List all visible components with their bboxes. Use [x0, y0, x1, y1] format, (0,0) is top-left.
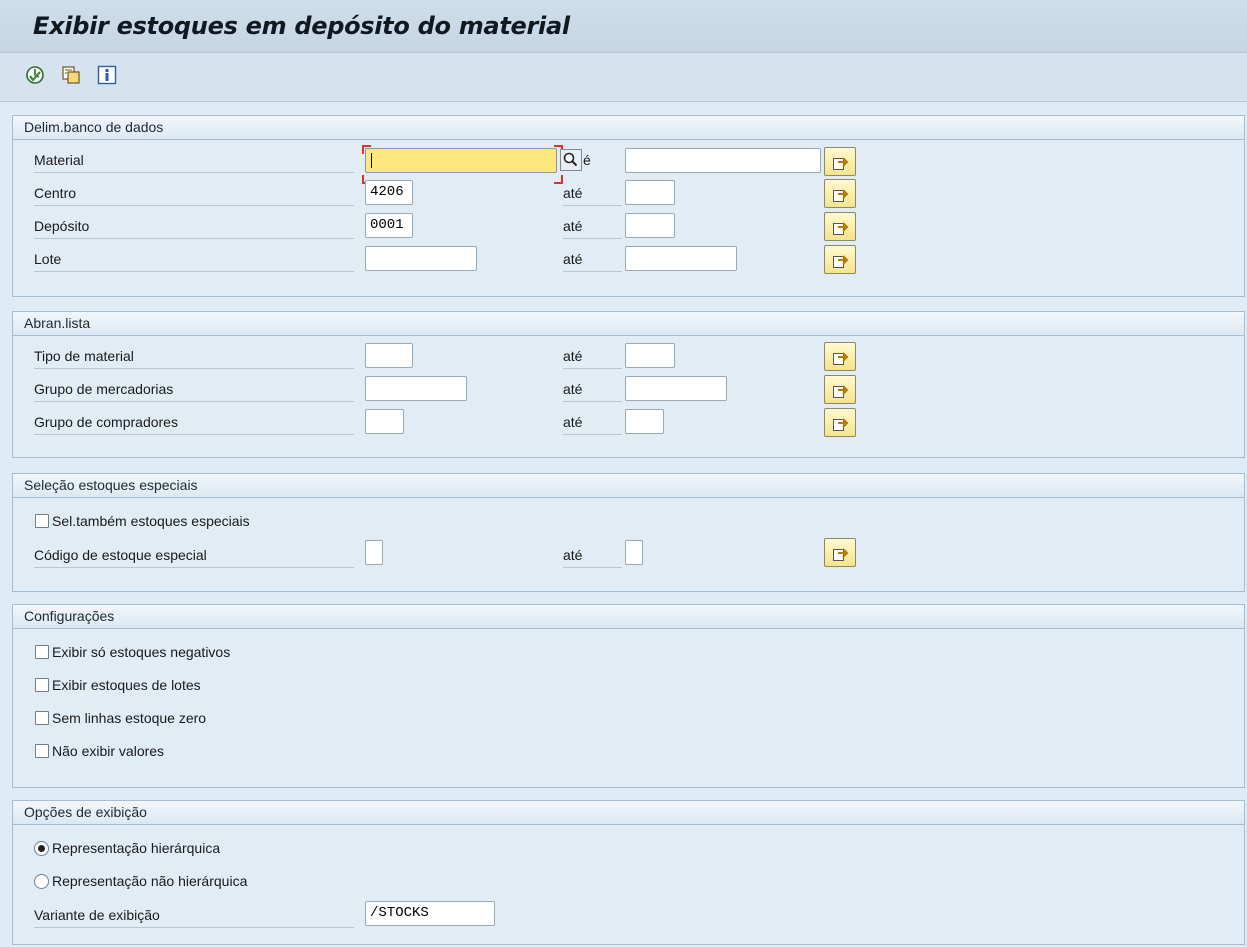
- lote-label: Lote: [34, 247, 354, 272]
- hierarchical-radio[interactable]: [34, 841, 49, 856]
- copy-icon[interactable]: [60, 64, 82, 86]
- group-db-delimitation: Delim.banco de dados Material é Centro 4…: [12, 115, 1245, 297]
- hide-values-label: Não exibir valores: [52, 743, 165, 759]
- grupo-compradores-label: Grupo de compradores: [34, 410, 354, 435]
- grupo-mercadorias-from-input[interactable]: [365, 376, 467, 401]
- info-icon[interactable]: [96, 64, 118, 86]
- lote-from-input[interactable]: [365, 246, 477, 271]
- multiple-selection-button[interactable]: [824, 245, 856, 274]
- to-label: até: [563, 410, 622, 435]
- no-zero-lines-checkbox[interactable]: [35, 711, 49, 725]
- multiple-selection-icon: [833, 352, 849, 365]
- to-label: até: [563, 214, 622, 239]
- non-hierarchical-radio[interactable]: [34, 874, 49, 889]
- group-header-config: Configurações: [13, 605, 1244, 629]
- negative-stocks-label: Exibir só estoques negativos: [52, 644, 231, 660]
- to-label: até: [563, 247, 622, 272]
- title-bar: Exibir estoques em depósito do material: [0, 0, 1247, 53]
- group-display-options: Opções de exibição Representação hierárq…: [12, 800, 1245, 945]
- material-from-input[interactable]: [365, 148, 557, 173]
- sel-special-stocks-checkbox[interactable]: [35, 514, 49, 528]
- multiple-selection-icon: [833, 222, 849, 235]
- sel-special-stocks-label: Sel.também estoques especiais: [52, 513, 250, 529]
- text-cursor: [371, 153, 372, 168]
- hide-values-checkbox[interactable]: [35, 744, 49, 758]
- no-zero-lines-label: Sem linhas estoque zero: [52, 710, 207, 726]
- page-title: Exibir estoques em depósito do material: [33, 12, 570, 40]
- multiple-selection-button[interactable]: [824, 375, 856, 404]
- deposito-to-input[interactable]: [625, 213, 675, 238]
- material-label: Material: [34, 148, 354, 173]
- group-settings: Configurações Exibir só estoques negativ…: [12, 604, 1245, 788]
- group-header-special: Seleção estoques especiais: [13, 474, 1244, 498]
- non-hierarchical-label: Representação não hierárquica: [52, 873, 248, 889]
- to-label: até: [563, 377, 622, 402]
- lote-to-input[interactable]: [625, 246, 737, 271]
- tipo-material-from-input[interactable]: [365, 343, 413, 368]
- negative-stocks-checkbox[interactable]: [35, 645, 49, 659]
- to-label: é: [583, 152, 591, 168]
- group-header-list: Abran.lista: [13, 312, 1244, 336]
- hierarchical-label: Representação hierárquica: [52, 840, 221, 856]
- group-header-display: Opções de exibição: [13, 801, 1244, 825]
- batch-stocks-checkbox[interactable]: [35, 678, 49, 692]
- multiple-selection-button[interactable]: [824, 147, 856, 176]
- centro-from-input[interactable]: 4206: [365, 180, 413, 205]
- grupo-mercadorias-label: Grupo de mercadorias: [34, 377, 354, 402]
- grupo-compradores-from-input[interactable]: [365, 409, 404, 434]
- multiple-selection-button[interactable]: [824, 342, 856, 371]
- grupo-mercadorias-to-input[interactable]: [625, 376, 727, 401]
- to-label: até: [563, 543, 622, 568]
- grupo-compradores-to-input[interactable]: [625, 409, 664, 434]
- deposito-from-input[interactable]: 0001: [365, 213, 413, 238]
- group-special-stocks: Seleção estoques especiais Sel.também es…: [12, 473, 1245, 592]
- multiple-selection-icon: [833, 255, 849, 268]
- deposito-label: Depósito: [34, 214, 354, 239]
- codigo-estoque-label: Código de estoque especial: [34, 543, 354, 568]
- variant-label: Variante de exibição: [34, 903, 354, 928]
- centro-to-input[interactable]: [625, 180, 675, 205]
- material-to-input[interactable]: [625, 148, 821, 173]
- group-header-db: Delim.banco de dados: [13, 116, 1244, 140]
- application-toolbar: [0, 53, 1247, 102]
- batch-stocks-label: Exibir estoques de lotes: [52, 677, 201, 693]
- multiple-selection-button[interactable]: [824, 212, 856, 241]
- tipo-material-to-input[interactable]: [625, 343, 675, 368]
- multiple-selection-icon: [833, 418, 849, 431]
- search-help-icon[interactable]: [560, 149, 582, 171]
- multiple-selection-icon: [833, 548, 849, 561]
- codigo-estoque-from-input[interactable]: [365, 540, 383, 565]
- tipo-material-label: Tipo de material: [34, 344, 354, 369]
- multiple-selection-button[interactable]: [824, 538, 856, 567]
- codigo-estoque-to-input[interactable]: [625, 540, 643, 565]
- multiple-selection-icon: [833, 385, 849, 398]
- execute-icon[interactable]: [24, 64, 46, 86]
- to-label: até: [563, 344, 622, 369]
- multiple-selection-button[interactable]: [824, 408, 856, 437]
- variant-input[interactable]: /STOCKS: [365, 901, 495, 926]
- to-label: até: [563, 181, 622, 206]
- focus-corner: [362, 145, 371, 154]
- radio-selected-dot: [38, 845, 45, 852]
- multiple-selection-icon: [833, 157, 849, 170]
- group-list-scope: Abran.lista Tipo de material até Grupo d…: [12, 311, 1245, 458]
- multiple-selection-button[interactable]: [824, 179, 856, 208]
- multiple-selection-icon: [833, 189, 849, 202]
- centro-label: Centro: [34, 181, 354, 206]
- focus-corner: [554, 175, 563, 184]
